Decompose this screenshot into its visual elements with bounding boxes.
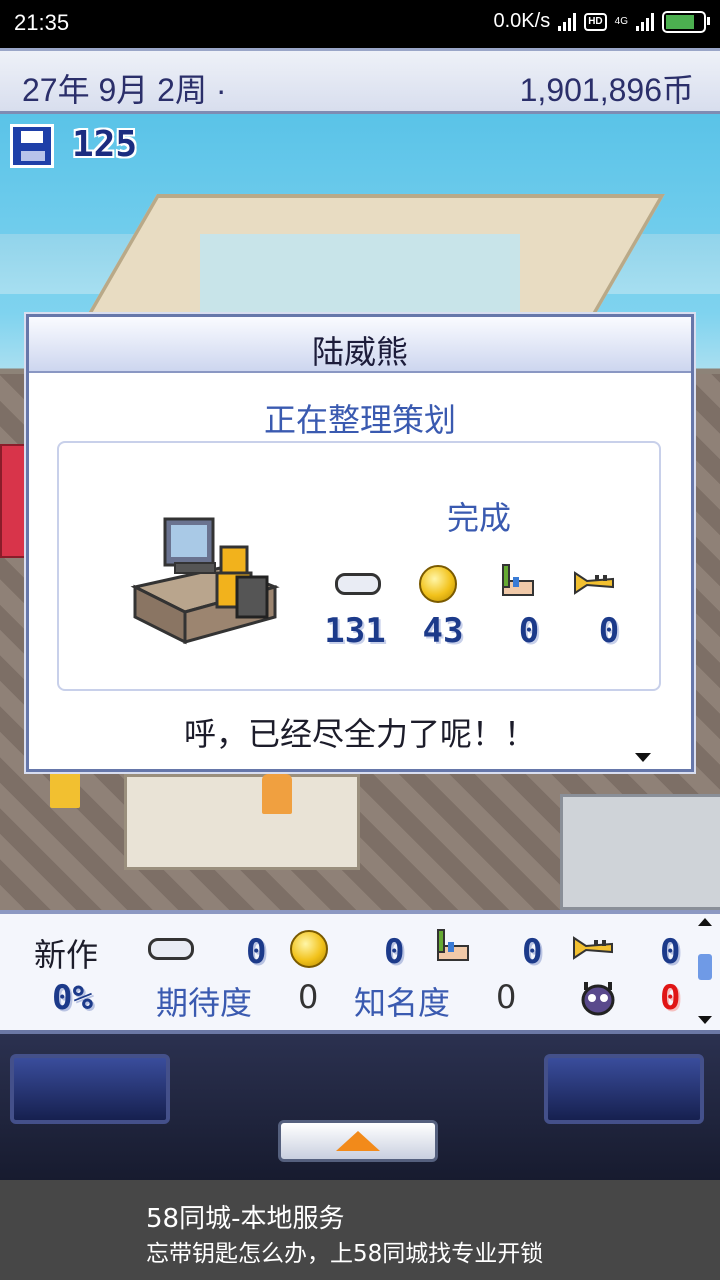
project-graphics-value: 0 — [522, 932, 543, 972]
dialog-message: 呼，已经尽全力了呢！！ — [183, 715, 536, 753]
left-menu-button[interactable] — [10, 1054, 170, 1124]
status-indicators: 0.0K/s HD 4G — [493, 10, 710, 33]
network-type: 4G — [614, 16, 628, 27]
project-progress: 0% — [52, 978, 93, 1018]
network-speed: 0.0K/s — [493, 10, 551, 32]
project-info-bar[interactable]: 新作 0 0 0 0 0% 期待度 0 知名度 0 0 — [0, 910, 720, 1034]
activity-status: 正在整理策划 — [263, 401, 456, 439]
result-label: 完成 — [447, 499, 512, 537]
reception-desk — [124, 774, 360, 870]
result-panel: 完成 131 43 0 0 — [57, 441, 661, 691]
project-label: 新作 — [34, 936, 99, 974]
stat-sound-value: 0 — [598, 611, 620, 651]
game-header-bar: 27年 9月 2周 · 1,901,896币 — [0, 48, 720, 114]
paintbrush-icon — [502, 564, 534, 596]
gamepad-icon — [335, 573, 381, 595]
project-fun-value: 0 — [246, 932, 267, 972]
building-windows — [200, 234, 520, 314]
coin-icon — [419, 565, 457, 603]
info-scrollbar[interactable] — [694, 918, 716, 1026]
expand-menu-button[interactable] — [278, 1120, 438, 1162]
right-menu-button[interactable] — [544, 1054, 704, 1124]
money-display: 1,901,896币 — [519, 72, 694, 108]
bookshelf — [560, 794, 720, 910]
coin-icon — [290, 930, 328, 968]
bug-icon — [581, 982, 615, 1016]
wifi-signal-icon — [558, 12, 577, 31]
ad-banner[interactable]: 58同城-本地服务 忘带钥匙怎么办，上58同城找专业开锁 — [0, 1180, 720, 1280]
project-sound-value: 0 — [660, 932, 681, 972]
fame-value: 0 — [496, 978, 517, 1016]
employee-name: 陆威熊 — [311, 333, 408, 371]
save-count: 125 — [72, 124, 138, 165]
paintbrush-icon — [437, 929, 469, 961]
expectation-value: 0 — [298, 978, 319, 1016]
hd-badge: HD — [584, 12, 607, 31]
worker-at-desk-illustration — [130, 517, 280, 645]
stat-creativity-value: 43 — [422, 611, 464, 651]
expectation-label: 期待度 — [156, 984, 253, 1022]
employee-sprite[interactable] — [262, 774, 292, 814]
status-time: 21:35 — [14, 10, 70, 35]
gamepad-icon — [148, 938, 194, 960]
game-date: 27年 9月 2周 · — [22, 72, 227, 108]
ad-subtitle: 忘带钥匙怎么办，上58同城找专业开锁 — [146, 1241, 544, 1267]
cell-signal-icon — [636, 12, 654, 31]
system-status-bar: 21:35 0.0K/s HD 4G — [0, 0, 720, 48]
employee-report-dialog[interactable]: 陆威熊 正在整理策划 完成 131 43 0 0 呼，已经尽全力了呢！！ — [26, 314, 694, 772]
scroll-thumb[interactable] — [698, 954, 712, 980]
floppy-disk-icon[interactable] — [10, 124, 54, 168]
stat-fun-value: 131 — [324, 611, 386, 651]
scroll-up-icon[interactable] — [698, 918, 712, 926]
next-indicator-icon[interactable] — [635, 753, 651, 762]
trumpet-icon — [574, 571, 614, 595]
trumpet-icon — [573, 936, 613, 960]
fame-label: 知名度 — [354, 984, 451, 1022]
stat-graphics-value: 0 — [518, 611, 540, 651]
scroll-down-icon[interactable] — [698, 1016, 712, 1024]
dialog-titlebar: 陆威熊 — [29, 317, 691, 373]
project-creativity-value: 0 — [384, 932, 405, 972]
ad-title: 58同城-本地服务 — [146, 1204, 345, 1234]
bug-count: 0 — [660, 978, 681, 1018]
arrow-up-icon — [336, 1131, 380, 1151]
battery-charging-icon — [662, 10, 710, 33]
